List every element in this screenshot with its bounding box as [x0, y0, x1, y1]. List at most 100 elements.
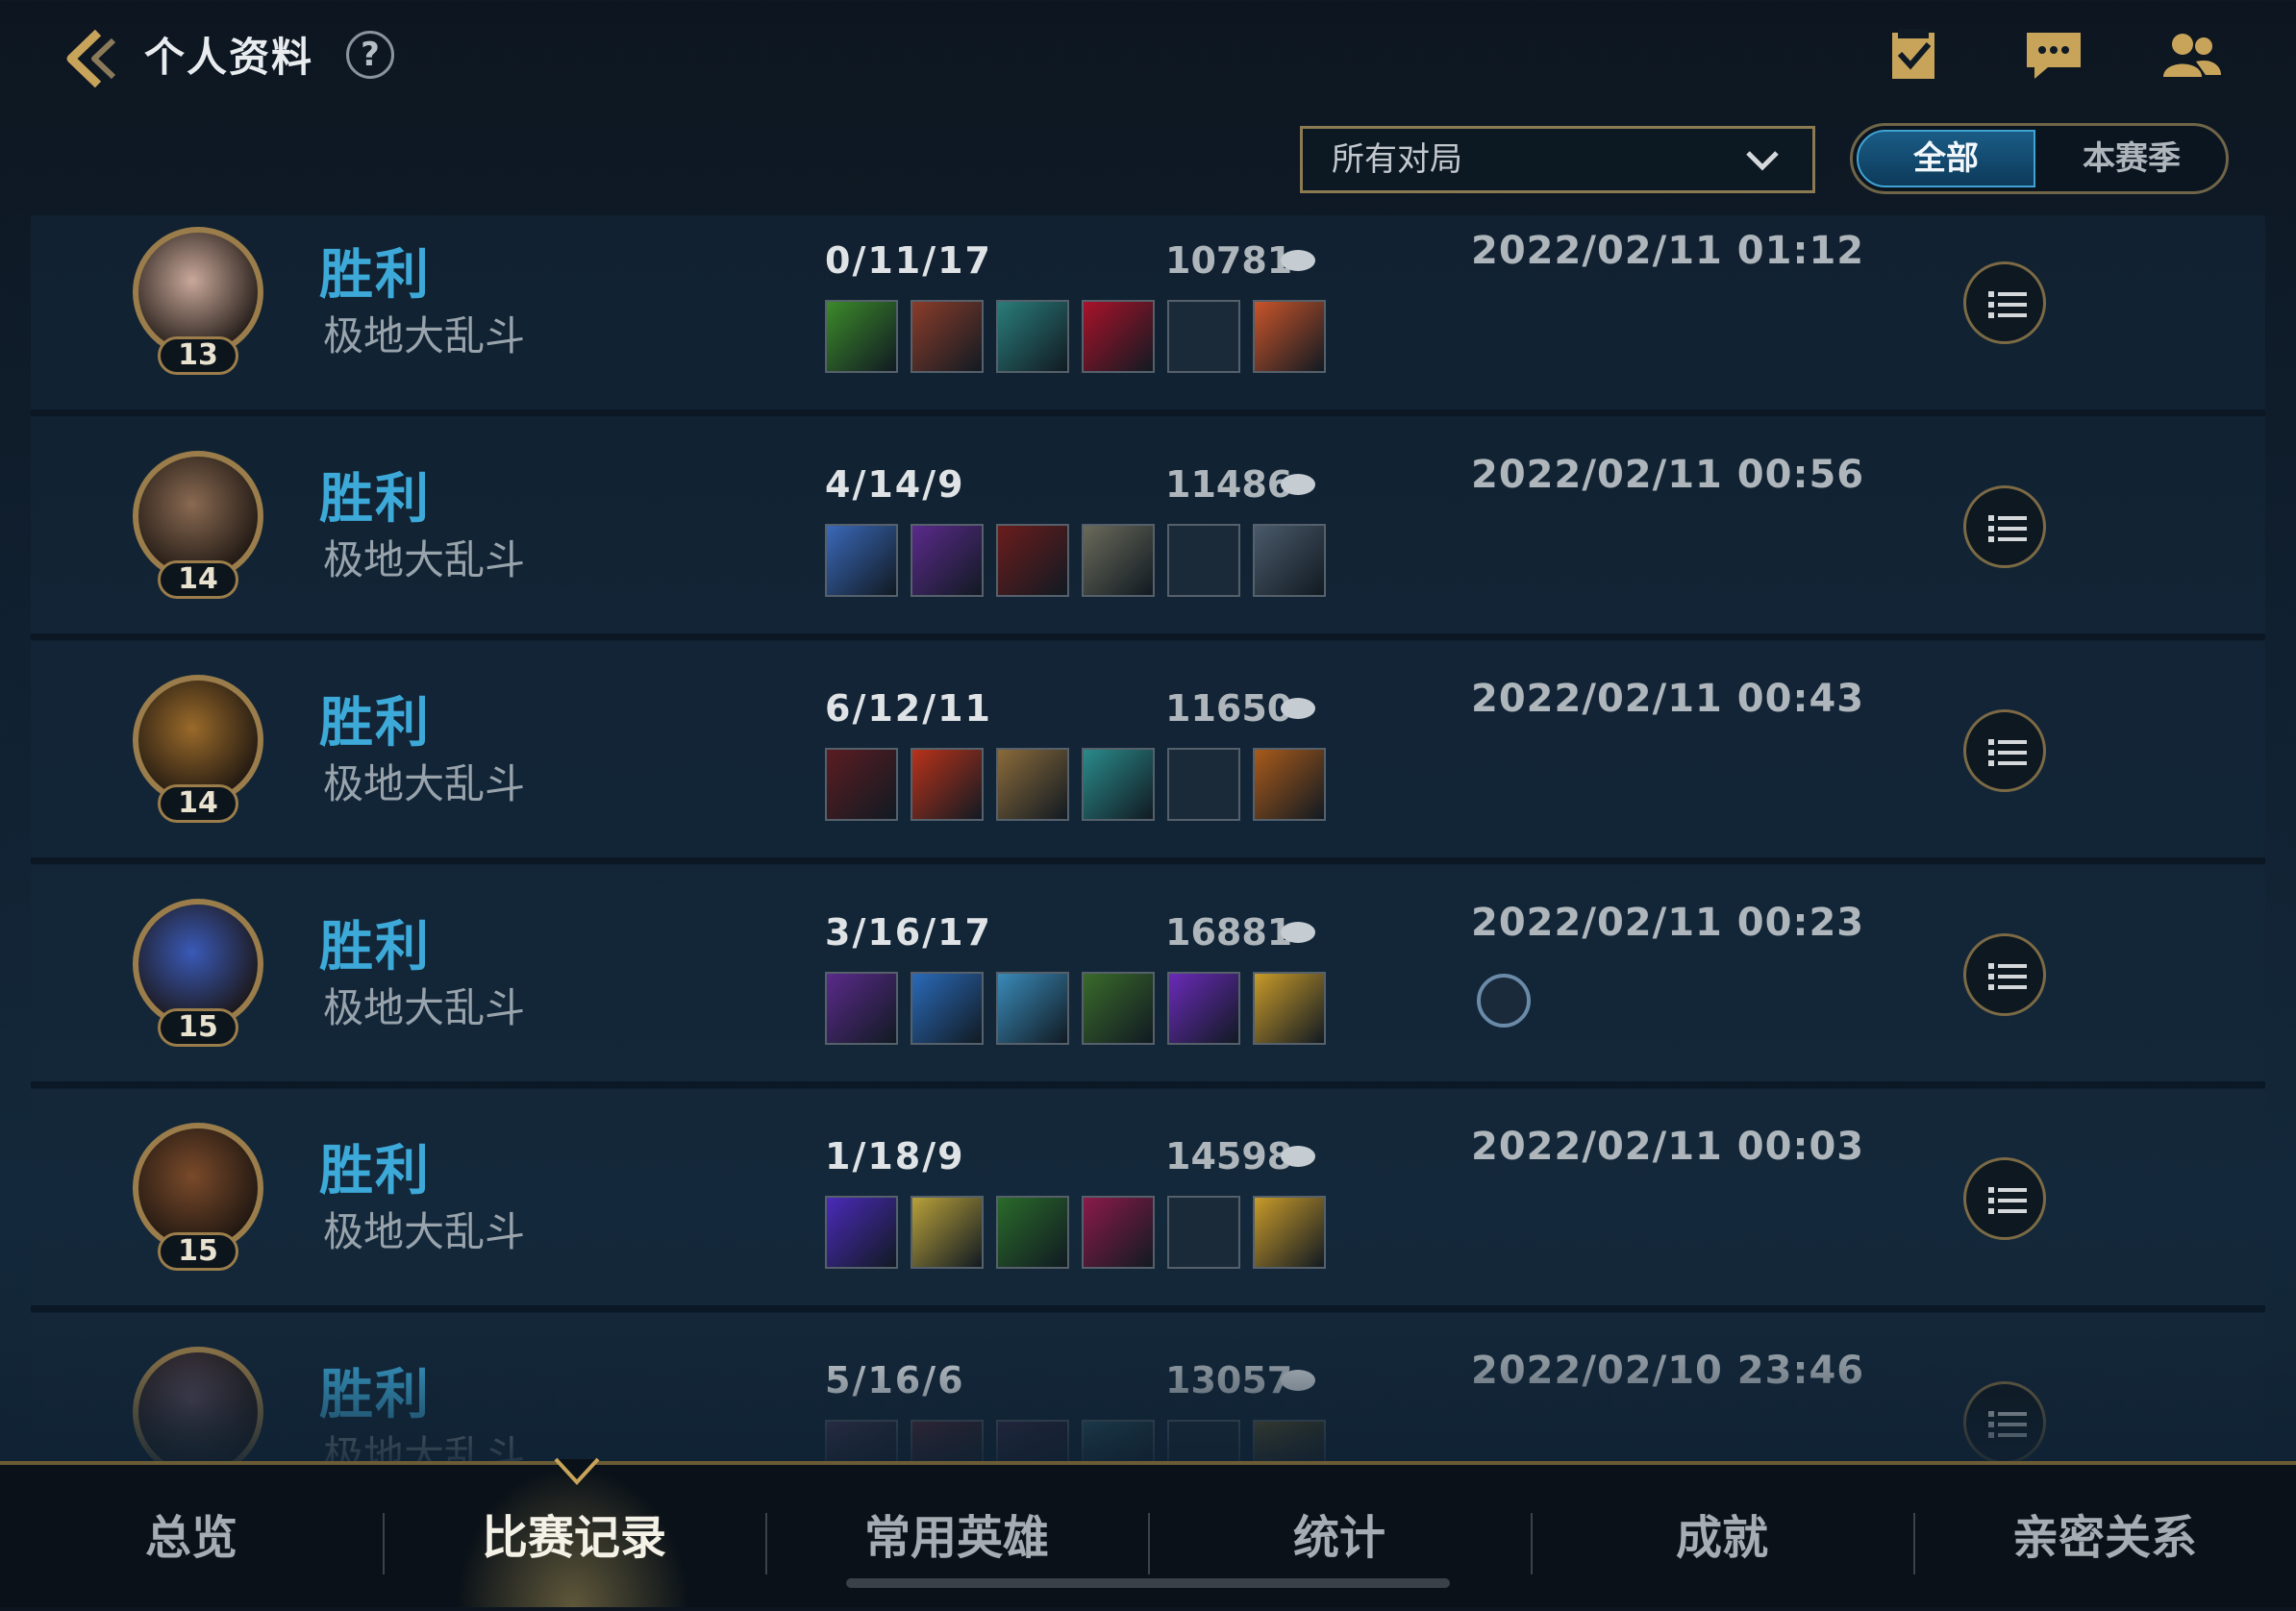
kda-score: 0/11/17: [825, 239, 992, 282]
champion-level-badge: 15: [158, 1008, 238, 1047]
item-slot-empty[interactable]: [1167, 748, 1240, 821]
tab-divider: [383, 1513, 385, 1574]
chevron-down-icon: [1746, 151, 1779, 171]
item-slot[interactable]: [911, 300, 984, 373]
item-slot[interactable]: [825, 748, 898, 821]
list-icon: [1988, 963, 2027, 990]
match-filter-dropdown[interactable]: 所有对局: [1300, 126, 1815, 193]
item-slot[interactable]: [996, 524, 1069, 597]
gold-earned: 14598: [1165, 1135, 1293, 1177]
tab-4[interactable]: 成就: [1531, 1465, 1913, 1607]
item-slot[interactable]: [1082, 524, 1155, 597]
kda-score: 3/16/17: [825, 911, 992, 954]
match-result: 胜利: [319, 916, 431, 979]
item-slot[interactable]: [1253, 748, 1326, 821]
filter-selected-label: 所有对局: [1332, 140, 1462, 179]
match-row[interactable]: 14 胜利 极地大乱斗 4/14/9 11486 2022/02/11 00:56: [31, 416, 2265, 641]
match-date: 2022/02/11 01:12: [1471, 229, 1865, 273]
champion-level-badge: 13: [158, 336, 238, 375]
help-icon[interactable]: ?: [346, 31, 394, 79]
season-segmented-control: 全部 本赛季: [1850, 123, 2229, 194]
match-detail-button[interactable]: [1963, 485, 2046, 568]
item-slot-empty[interactable]: [1167, 300, 1240, 373]
gold-coin-icon: [1281, 250, 1315, 271]
item-slot-empty[interactable]: [1167, 1196, 1240, 1269]
match-date: 2022/02/11 00:56: [1471, 453, 1865, 497]
tab-divider: [1148, 1513, 1150, 1574]
item-slot[interactable]: [1253, 1196, 1326, 1269]
item-slot[interactable]: [996, 1196, 1069, 1269]
item-slot[interactable]: [1253, 300, 1326, 373]
item-slot[interactable]: [1253, 524, 1326, 597]
tab-5[interactable]: 亲密关系: [1913, 1465, 2296, 1607]
item-slot[interactable]: [911, 524, 984, 597]
match-row[interactable]: 15 胜利 极地大乱斗 3/16/17 16881 2022/02/11 00:23: [31, 864, 2265, 1089]
gold-earned: 11486: [1165, 463, 1293, 506]
active-tab-marker-icon: [554, 1457, 600, 1485]
segment-season[interactable]: 本赛季: [2041, 130, 2222, 187]
match-row[interactable]: 13 胜利 极地大乱斗 0/11/17 10781 2022/02/11 01:12: [31, 215, 2265, 417]
tab-divider: [1531, 1513, 1533, 1574]
gold-coin-icon: [1281, 1146, 1315, 1167]
item-slot[interactable]: [825, 524, 898, 597]
gold-coin-icon: [1281, 922, 1315, 943]
champion-level-badge: 14: [158, 784, 238, 823]
champion-level-badge: 15: [158, 1232, 238, 1271]
match-detail-button[interactable]: [1963, 1157, 2046, 1240]
kda-score: 4/14/9: [825, 463, 965, 506]
list-icon: [1988, 739, 2027, 766]
match-date: 2022/02/11 00:43: [1471, 677, 1865, 721]
list-icon: [1988, 515, 2027, 542]
match-date: 2022/02/11 00:03: [1471, 1125, 1865, 1169]
back-arrow-icon[interactable]: [58, 25, 125, 92]
match-row[interactable]: 15 胜利 极地大乱斗 1/18/9 14598 2022/02/11 00:03: [31, 1088, 2265, 1313]
game-mode: 极地大乱斗: [323, 312, 526, 359]
tab-divider: [1913, 1513, 1915, 1574]
game-mode: 极地大乱斗: [323, 1208, 526, 1255]
item-slot[interactable]: [911, 972, 984, 1045]
item-slot[interactable]: [1082, 1196, 1155, 1269]
achievement-badge-icon: [1477, 974, 1531, 1028]
match-detail-button[interactable]: [1963, 709, 2046, 792]
match-result: 胜利: [319, 1140, 431, 1202]
gold-coin-icon: [1281, 474, 1315, 495]
tab-1[interactable]: 比赛记录: [383, 1465, 765, 1607]
item-slot[interactable]: [825, 300, 898, 373]
match-detail-button[interactable]: [1963, 261, 2046, 344]
item-slot-empty[interactable]: [1167, 524, 1240, 597]
gold-earned: 10781: [1165, 239, 1293, 282]
match-result: 胜利: [319, 692, 431, 755]
match-date: 2022/02/11 00:23: [1471, 901, 1865, 945]
match-history-list[interactable]: 13 胜利 极地大乱斗 0/11/17 10781 2022/02/11 01:12 14 胜…: [31, 215, 2265, 1461]
item-slot[interactable]: [1082, 300, 1155, 373]
page-title: 个人资料: [144, 34, 314, 81]
checklist-icon[interactable]: [1884, 27, 1946, 85]
item-slot[interactable]: [1082, 748, 1155, 821]
kda-score: 6/12/11: [825, 687, 992, 730]
item-slot[interactable]: [1253, 972, 1326, 1045]
item-slot[interactable]: [825, 972, 898, 1045]
segment-all[interactable]: 全部: [1857, 130, 2035, 187]
tab-divider: [765, 1513, 767, 1574]
gold-earned: 11650: [1165, 687, 1293, 730]
item-slot[interactable]: [996, 972, 1069, 1045]
game-mode: 极地大乱斗: [323, 536, 526, 583]
chat-icon[interactable]: [2023, 27, 2084, 85]
gold-coin-icon: [1281, 698, 1315, 719]
item-slot[interactable]: [825, 1196, 898, 1269]
home-indicator[interactable]: [846, 1578, 1450, 1588]
list-fade: [0, 1326, 2296, 1461]
item-slot[interactable]: [996, 300, 1069, 373]
game-mode: 极地大乱斗: [323, 984, 526, 1031]
item-slot[interactable]: [996, 748, 1069, 821]
item-slot[interactable]: [1167, 972, 1240, 1045]
item-slot[interactable]: [1082, 972, 1155, 1045]
item-slot[interactable]: [911, 748, 984, 821]
list-icon: [1988, 291, 2027, 318]
match-detail-button[interactable]: [1963, 933, 2046, 1016]
friends-icon[interactable]: [2161, 27, 2223, 85]
tab-0[interactable]: 总览: [0, 1465, 383, 1607]
match-result: 胜利: [319, 468, 431, 531]
item-slot[interactable]: [911, 1196, 984, 1269]
match-row[interactable]: 14 胜利 极地大乱斗 6/12/11 11650 2022/02/11 00:43: [31, 640, 2265, 865]
